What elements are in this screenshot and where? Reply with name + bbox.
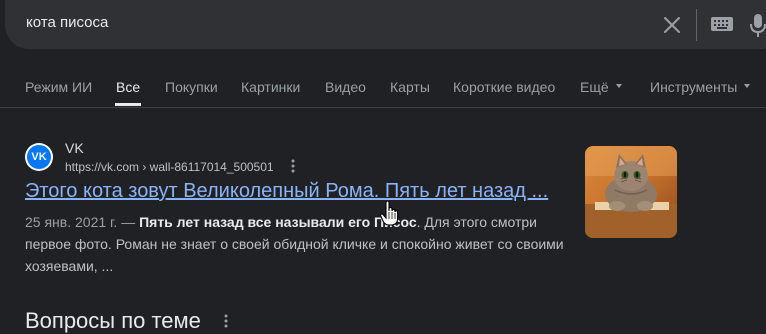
caret-down-icon [744, 84, 751, 89]
active-tab-indicator [115, 103, 141, 106]
search-input[interactable]: кота писоса [26, 14, 108, 31]
more-options-icon[interactable] [222, 313, 230, 329]
vk-favicon[interactable]: VK [25, 143, 53, 171]
tab-short-videos[interactable]: Короткие видео [453, 79, 555, 95]
tab-maps[interactable]: Карты [390, 79, 430, 95]
tab-tools-label: Инструменты [650, 79, 738, 95]
tabs-divider [0, 107, 766, 108]
vk-logo-icon: VK [27, 145, 51, 169]
result-date: 25 янв. 2021 г. — [25, 214, 136, 230]
tab-more[interactable]: Ещё [580, 79, 622, 95]
search-bar[interactable]: кота писоса [5, 0, 766, 49]
related-questions-title: Вопросы по теме [25, 308, 201, 333]
more-options-icon[interactable] [289, 158, 297, 174]
caret-down-icon [615, 84, 622, 89]
search-tabs: Режим ИИ Все Покупки Картинки Видео Карт… [0, 76, 766, 106]
tab-all[interactable]: Все [116, 79, 140, 95]
search-divider [696, 9, 697, 41]
microphone-icon[interactable] [750, 12, 766, 38]
keyboard-icon[interactable] [710, 15, 734, 33]
tab-more-label: Ещё [580, 79, 609, 95]
tab-ai-mode[interactable]: Режим ИИ [25, 79, 92, 95]
hand-cursor-icon [380, 201, 399, 226]
cat-photo [585, 146, 677, 238]
result-snippet: 25 янв. 2021 г. — Пять лет назад все наз… [25, 211, 570, 277]
tab-shopping[interactable]: Покупки [165, 79, 218, 95]
result-thumbnail[interactable] [585, 146, 677, 238]
tab-images[interactable]: Картинки [241, 79, 300, 95]
result-url[interactable]: https://vk.com › wall-86117014_500501 [65, 160, 274, 174]
close-icon[interactable] [661, 14, 683, 36]
result-site-name[interactable]: VK [65, 140, 84, 156]
tab-tools[interactable]: Инструменты [650, 79, 751, 95]
tab-videos[interactable]: Видео [325, 79, 366, 95]
result-title-link[interactable]: Этого кота зовут Великолепный Рома. Пять… [25, 180, 548, 203]
snippet-highlight: Пять лет назад все называли его Писос [139, 214, 417, 230]
